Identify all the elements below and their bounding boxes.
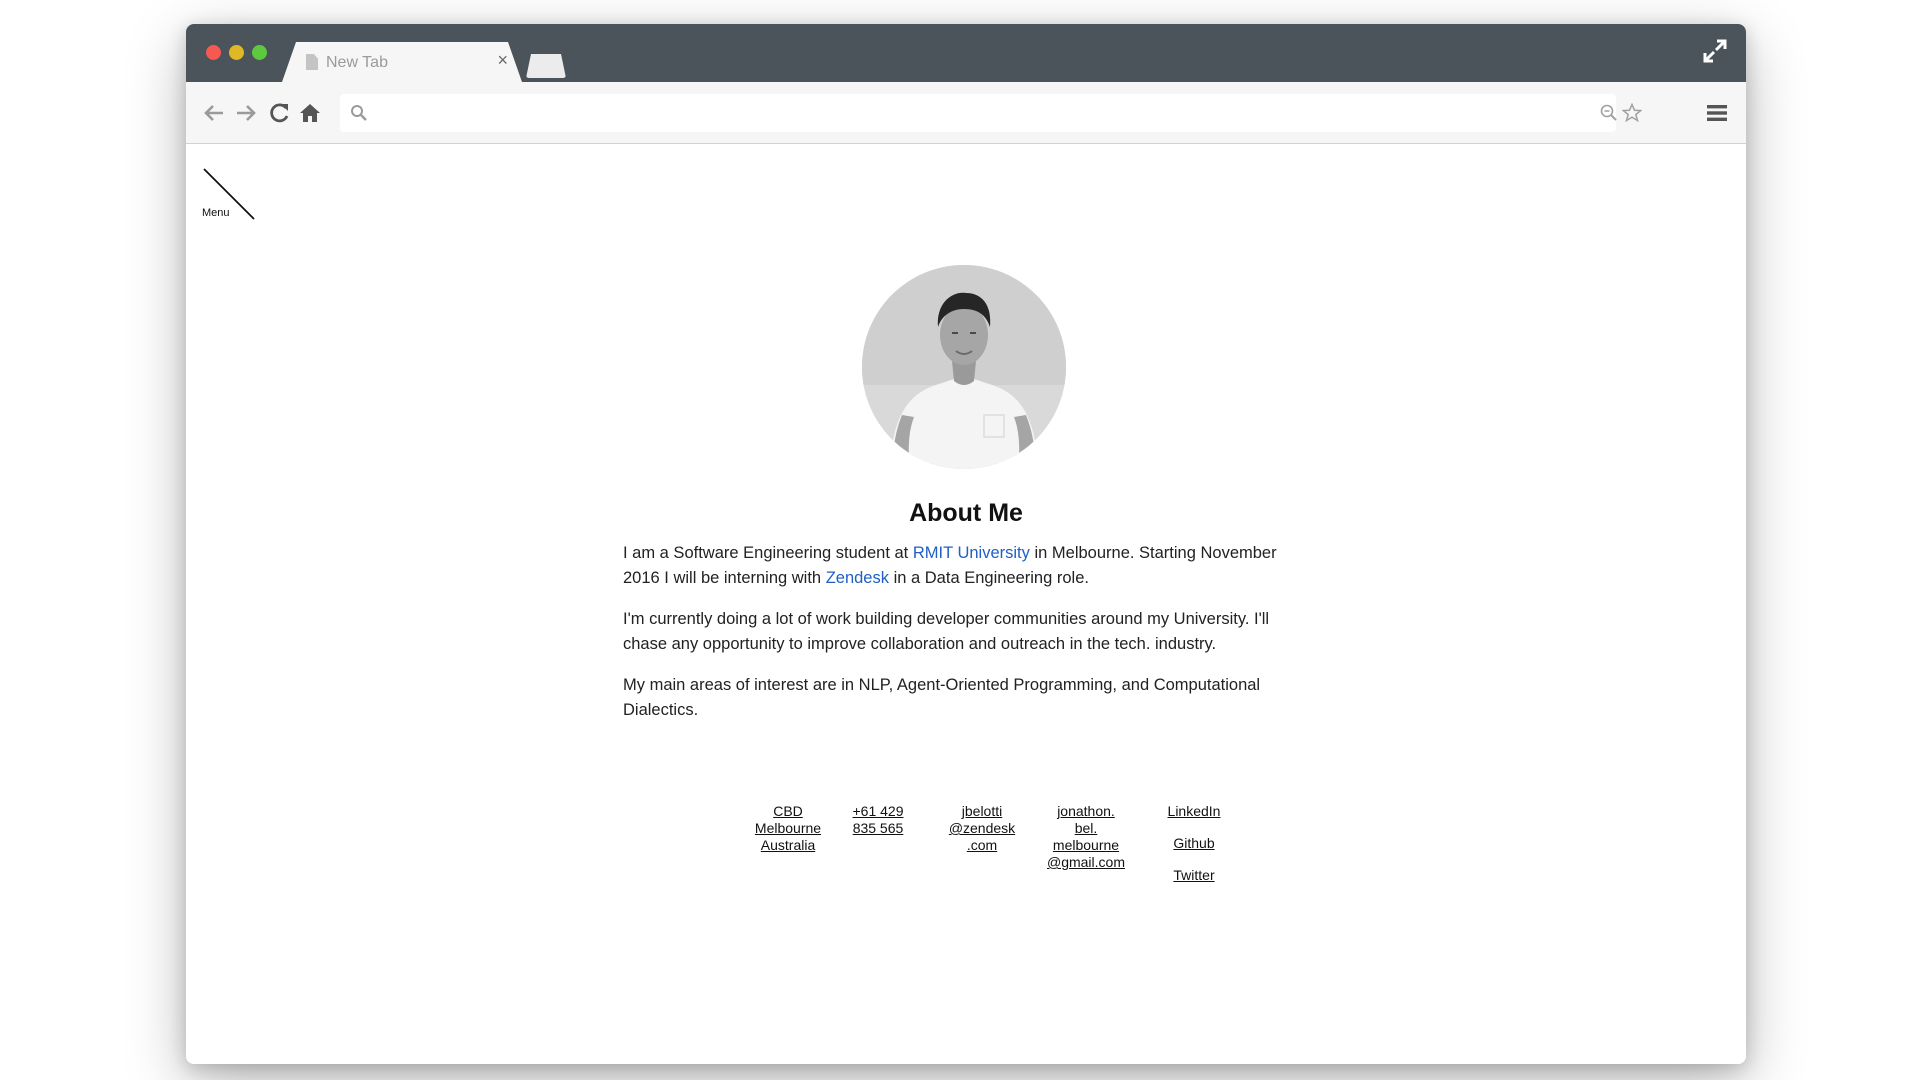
personal-email-line: jonathon. xyxy=(1057,803,1115,819)
document-icon xyxy=(306,54,318,70)
about-section: I am a Software Engineering student at R… xyxy=(623,541,1313,739)
rmit-university-link[interactable]: RMIT University xyxy=(913,544,1030,562)
contact-section: CBD Melbourne Australia +61 429 835 565 … xyxy=(186,803,1746,893)
minimize-window-button[interactable] xyxy=(229,45,244,60)
zoom-window-button[interactable] xyxy=(252,45,267,60)
phone-line: 835 565 xyxy=(852,820,904,836)
about-paragraph-2: I'm currently doing a lot of work buildi… xyxy=(623,610,1270,653)
address-bar[interactable] xyxy=(340,94,1616,132)
star-icon[interactable] xyxy=(1622,103,1642,123)
social-links: LinkedIn Github Twitter xyxy=(1134,803,1254,899)
back-arrow-icon[interactable] xyxy=(202,101,226,125)
fullscreen-icon[interactable] xyxy=(1702,38,1728,64)
close-window-button[interactable] xyxy=(206,45,221,60)
github-link[interactable]: Github xyxy=(1134,835,1254,852)
zendesk-link[interactable]: Zendesk xyxy=(826,569,889,587)
browser-tab[interactable]: New Tab × xyxy=(282,42,522,82)
phone-link[interactable]: +61 429 835 565 xyxy=(828,803,928,837)
page-content: Menu About Me I am a Software Engineerin… xyxy=(186,145,1746,1064)
reload-icon[interactable] xyxy=(268,101,292,125)
page-title: About Me xyxy=(909,499,1023,527)
forward-arrow-icon[interactable] xyxy=(234,101,258,125)
menu-label: Menu xyxy=(202,207,230,219)
site-menu-button[interactable]: Menu xyxy=(202,167,258,223)
about-text: I am a Software Engineering student at xyxy=(623,544,913,562)
browser-toolbar xyxy=(186,82,1746,144)
about-text: in a Data Engineering role. xyxy=(889,569,1089,587)
personal-email-line: @gmail.com xyxy=(1046,854,1125,870)
location-line: Australia xyxy=(760,837,816,853)
twitter-link[interactable]: Twitter xyxy=(1134,867,1254,884)
hamburger-menu-icon[interactable] xyxy=(1706,103,1728,123)
home-icon[interactable] xyxy=(298,101,322,125)
new-tab-button[interactable] xyxy=(526,54,566,78)
personal-email-link[interactable]: jonathon. bel. melbourne @gmail.com xyxy=(1024,803,1148,871)
about-paragraph-1: I am a Software Engineering student at R… xyxy=(623,541,1313,591)
profile-photo xyxy=(862,265,1066,469)
personal-email-line: bel. xyxy=(1074,820,1098,836)
tab-title: New Tab xyxy=(326,54,388,71)
phone-line: +61 429 xyxy=(852,803,904,819)
browser-window: New Tab × Menu About Me I am a Software … xyxy=(186,24,1746,1064)
personal-email-line: melbourne xyxy=(1052,837,1120,853)
zoom-icon[interactable] xyxy=(1600,104,1618,122)
tab-close-icon[interactable]: × xyxy=(497,50,508,71)
search-icon xyxy=(351,105,367,121)
address-input[interactable] xyxy=(376,98,1556,128)
about-paragraph-3: My main areas of interest are in NLP, Ag… xyxy=(623,676,1261,719)
title-bar: New Tab × xyxy=(186,24,1746,82)
linkedin-link[interactable]: LinkedIn xyxy=(1134,803,1254,820)
